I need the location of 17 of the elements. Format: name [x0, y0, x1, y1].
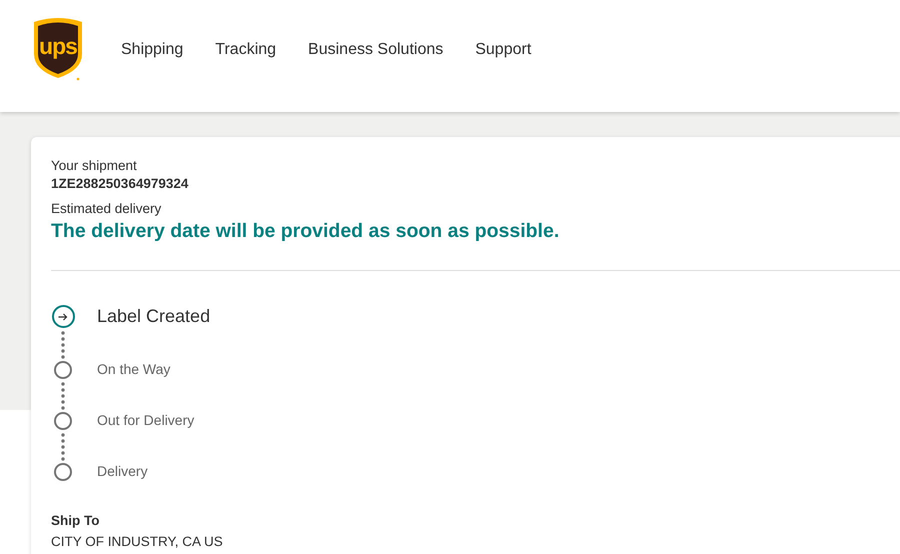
step-label: On the Way	[97, 360, 170, 379]
nav-link[interactable]: Tracking	[215, 41, 276, 59]
step-label: Label Created	[97, 305, 210, 328]
ship-to-address: CITY OF INDUSTRY, CA US	[51, 533, 224, 551]
nav-link[interactable]: Shipping	[121, 41, 184, 59]
dotted-connector	[61, 381, 65, 410]
tracking-number: 1ZE288250364979324	[51, 175, 190, 193]
ship-to-label: Ship To	[51, 512, 100, 530]
step-label: Delivery	[97, 462, 148, 481]
estimate-label: Estimated delivery	[51, 200, 162, 218]
estimate-text: The delivery date will be provided as soon as possible.	[51, 220, 560, 243]
dotted-connector	[61, 330, 65, 359]
dotted-connector	[61, 432, 65, 461]
step-label: Out for Delivery	[97, 411, 194, 430]
nav-link[interactable]: Support	[475, 41, 532, 59]
nav-link[interactable]: Business Solutions	[308, 41, 444, 59]
shipment-label: Your shipment	[51, 157, 138, 175]
